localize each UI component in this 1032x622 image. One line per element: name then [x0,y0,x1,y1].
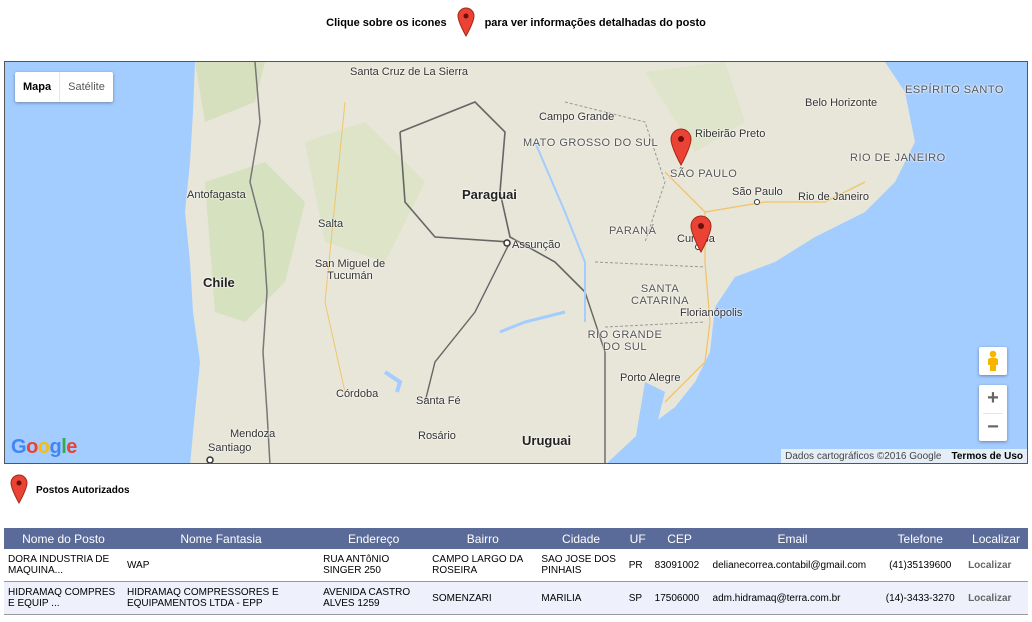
map-label-paraguai: Paraguai [462,187,517,202]
map-label-tucuman: San Miguel de Tucumán [314,258,386,282]
map-label-mendoza: Mendoza [230,428,276,440]
zoom-control: + − [979,385,1007,441]
cell-telefone: (41)35139600 [876,549,965,582]
cell-telefone: (14)-3433-3270 [876,581,965,615]
cell-cep: 17506000 [650,581,709,615]
map-label-chile: Chile [203,275,235,290]
instructions-text-before: Clique sobre os icones [326,17,447,29]
zoom-in-button[interactable]: + [979,385,1007,413]
table-header-row: Nome do Posto Nome Fantasia Endereço Bai… [4,528,1028,549]
map-label-uruguai: Uruguai [522,433,572,448]
column-header-localizar: Localizar [964,528,1028,549]
map-label-rio-grande: RIO GRANDE DO SUL [587,329,663,353]
map-label-campo-grande: Campo Grande [539,111,615,123]
map-label-porto-alegre: Porto Alegre [620,372,681,384]
cell-uf: PR [624,549,651,582]
column-header-nome-posto: Nome do Posto [4,528,123,549]
map-attribution: Dados cartográficos ©2016 Google Termos … [781,449,1027,463]
cell-endereco: AVENIDA CASTRO ALVES 1259 [319,581,429,615]
cell-cidade: MARILIA [537,581,625,615]
column-header-bairro: Bairro [428,528,538,549]
column-header-nome-fantasia: Nome Fantasia [122,528,320,549]
map-label-santa-catarina: SANTA CATARINA [631,283,689,307]
column-header-endereco: Endereço [319,528,429,549]
cell-nome-fantasia: WAP [122,549,320,582]
table-row[interactable]: DORA INDUSTRIA DE MAQUINA... WAP RUA ANT… [4,549,1028,582]
instructions-bar: Clique sobre os icones para ver informaç… [0,6,1032,40]
map-type-control: Mapa Satélite [15,72,113,102]
map-legend: Postos Autorizados [10,474,130,507]
map-pin-icon [10,474,28,507]
map-pin-icon [457,6,475,40]
cell-bairro: SOMENZARI [428,581,538,615]
legend-label: Postos Autorizados [36,485,130,496]
map-label-assuncao: Assunção [512,239,561,251]
map-terrain [5,62,1027,463]
map-label-antofagasta: Antofagasta [187,189,246,201]
map-label-salta: Salta [318,218,344,230]
map-label-mato-grosso: MATO GROSSO DO SUL [523,137,659,149]
map-label-ribeirao: Ribeirão Preto [695,128,766,140]
map-pin-icon [670,128,692,167]
map-label-espirito-santo: ESPÍRITO SANTO [905,84,1004,96]
map-label-parana: PARANÁ [609,225,657,237]
cell-bairro: CAMPO LARGO DA ROSEIRA [428,549,538,582]
cell-cidade: SAO JOSE DOS PINHAIS [537,549,625,582]
google-logo[interactable]: Google [11,436,77,459]
map-type-map-button[interactable]: Mapa [15,72,59,102]
map-label-rio: Rio de Janeiro [798,191,869,203]
cell-email: adm.hidramaq@terra.com.br [708,581,877,615]
map-canvas[interactable]: Santa Cruz de La Sierra Campo Grande MAT… [4,61,1028,464]
cell-endereco: RUA ANTôNIO SINGER 250 [319,549,429,582]
map-marker-sao-jose-dos-pinhais[interactable] [690,215,712,258]
map-marker-marilia[interactable] [670,128,692,171]
localizar-link[interactable]: Localizar [964,581,1028,615]
map-label-rosario: Rosário [418,430,456,442]
map-label-florianopolis: Florianópolis [680,307,743,319]
map-label-belo-horizonte: Belo Horizonte [805,97,878,109]
cell-cep: 83091002 [650,549,709,582]
table-row[interactable]: HIDRAMAQ COMPRES E EQUIP ... HIDRAMAQ CO… [4,581,1028,615]
street-view-button[interactable] [979,347,1007,375]
zoom-out-button[interactable]: − [979,414,1007,442]
service-posts-table: Nome do Posto Nome Fantasia Endereço Bai… [4,528,1028,615]
column-header-cep: CEP [650,528,709,549]
map-label-santa-cruz: Santa Cruz de La Sierra [350,66,469,78]
map-label-sao-paulo: São Paulo [732,186,783,198]
map-label-santa-fe: Santa Fé [416,395,461,407]
map-data-credit: Dados cartográficos ©2016 Google [785,450,942,462]
column-header-email: Email [708,528,877,549]
map-label-cordoba: Córdoba [336,388,379,400]
map-type-satellite-button[interactable]: Satélite [59,72,113,102]
terms-of-use-link[interactable]: Termos de Uso [952,451,1024,462]
column-header-cidade: Cidade [537,528,625,549]
instructions-text-after: para ver informações detalhadas do posto [484,17,706,29]
column-header-telefone: Telefone [876,528,965,549]
map-pin-icon [690,215,712,254]
map-label-rio-state: RIO DE JANEIRO [850,152,946,164]
column-header-uf: UF [624,528,651,549]
cell-nome-posto: HIDRAMAQ COMPRES E EQUIP ... [4,581,123,615]
cell-nome-fantasia: HIDRAMAQ COMPRESSORES E EQUIPAMENTOS LTD… [122,581,320,615]
cell-email: delianecorrea.contabil@gmail.com [708,549,877,582]
cell-uf: SP [624,581,651,615]
localizar-link[interactable]: Localizar [964,549,1028,582]
cell-nome-posto: DORA INDUSTRIA DE MAQUINA... [4,549,123,582]
pegman-icon [988,350,998,371]
map-label-santiago: Santiago [208,442,252,454]
